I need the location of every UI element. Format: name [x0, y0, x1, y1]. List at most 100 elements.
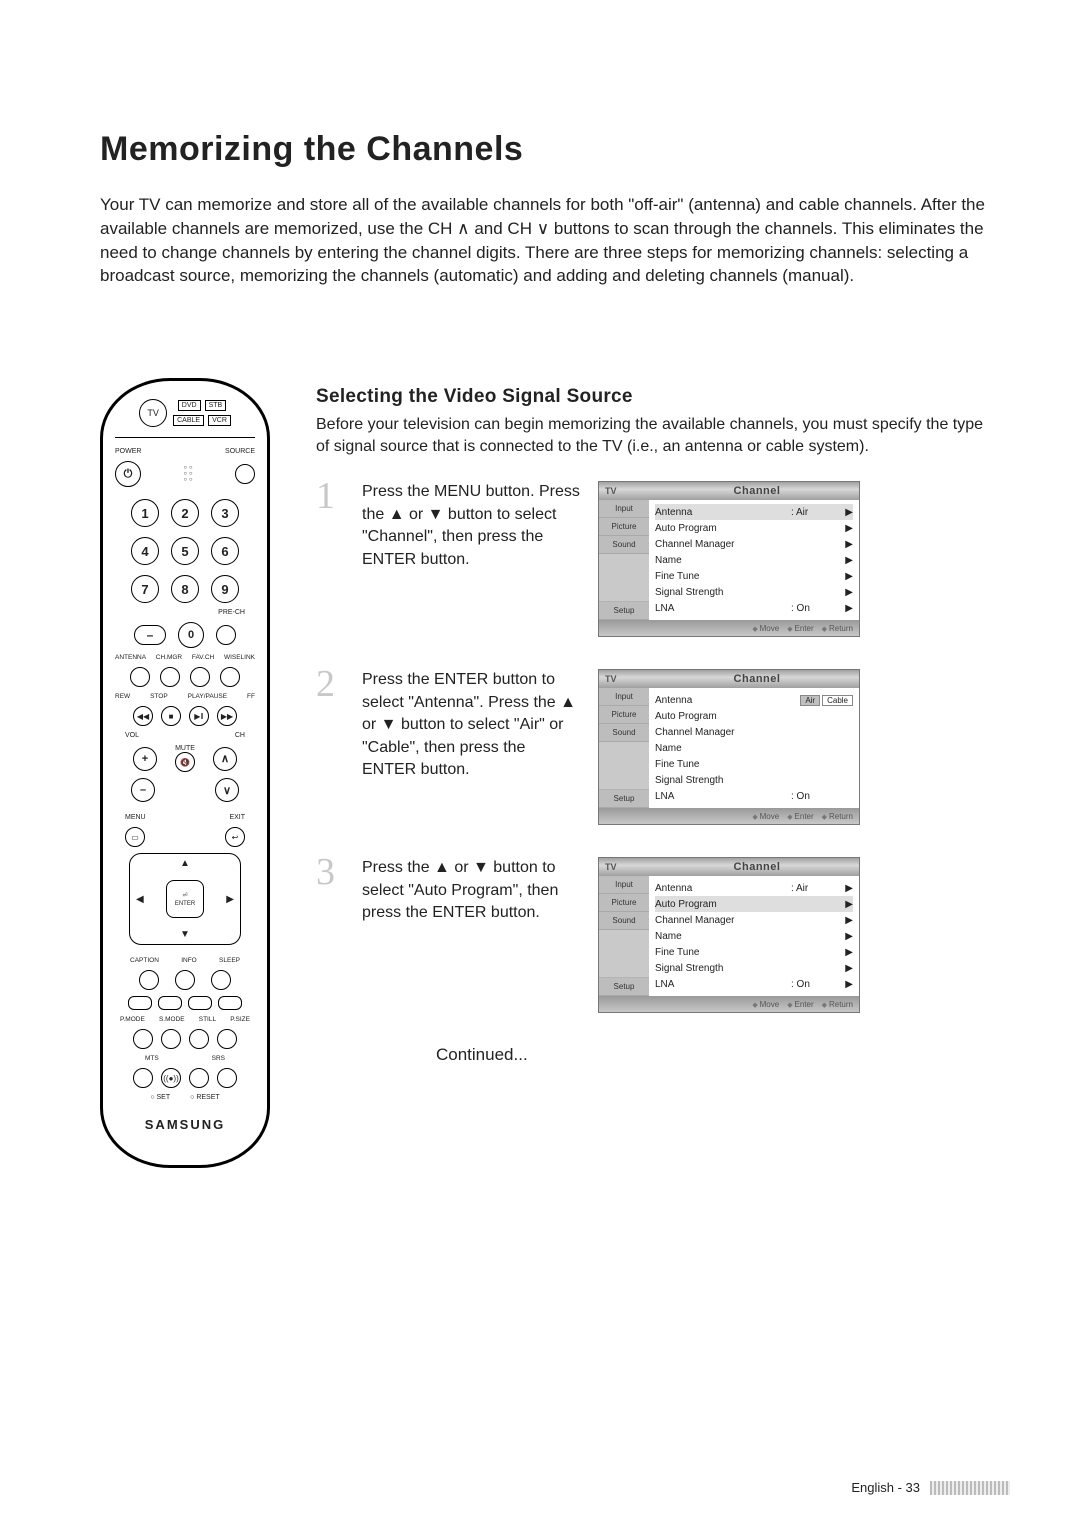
osd-tab: Sound	[599, 912, 649, 930]
osd-tabs: InputPictureSoundSetup	[599, 500, 649, 620]
osd-title: Channel	[655, 673, 859, 685]
color-buttons	[128, 996, 242, 1010]
osd-option: Cable	[822, 695, 853, 706]
osd-row-name: Fine Tune	[655, 759, 791, 770]
stop-icon: ■	[161, 706, 181, 726]
mode-stb: STB	[205, 400, 227, 411]
srs-label: SRS	[212, 1055, 225, 1062]
exit-button: ↩	[225, 827, 245, 847]
osd-row-name: Name	[655, 743, 791, 754]
step: 1Press the MENU button. Press the ▲ or ▼…	[316, 481, 1000, 637]
osd-row: Antenna: Air▶	[655, 880, 853, 896]
power-label: POWER	[115, 448, 141, 455]
osd-row-name: Antenna	[655, 695, 798, 706]
arrow-icon: ▶	[841, 555, 853, 566]
osd-row-name: Fine Tune	[655, 947, 791, 958]
prech-button	[216, 625, 236, 645]
brand-label: SAMSUNG	[145, 1117, 225, 1132]
prech-label: PRE-CH	[218, 609, 245, 616]
stop-label: STOP	[150, 693, 168, 700]
osd-row: Fine Tune	[655, 756, 853, 772]
intro-paragraph: Your TV can memorize and store all of th…	[100, 193, 1000, 288]
osd-tv-label: TV	[599, 674, 655, 684]
rew-label: REW	[115, 693, 130, 700]
mode-vcr: VCR	[208, 415, 231, 426]
osd-row-name: Channel Manager	[655, 915, 791, 926]
step-text: Press the ENTER button to select "Antenn…	[362, 669, 582, 781]
arrow-icon: ▶	[841, 931, 853, 942]
ch-up: ∧	[213, 747, 237, 771]
vol-up: +	[133, 747, 157, 771]
osd-row: LNA: On	[655, 788, 853, 804]
page-title: Memorizing the Channels	[100, 130, 1000, 169]
osd-row-value: : On	[791, 603, 841, 614]
osd-tab: Setup	[599, 978, 649, 996]
psize-label: P.SIZE	[230, 1016, 250, 1023]
osd-row: Signal Strength ▶	[655, 584, 853, 600]
mode-cable: CABLE	[173, 415, 204, 426]
osd-row-value: : On	[791, 791, 841, 802]
power-button: ⏻	[115, 461, 141, 487]
osd-row-name: Antenna	[655, 507, 791, 518]
osd-row-value: : On	[791, 979, 841, 990]
osd-title: Channel	[655, 485, 859, 497]
osd-row-name: Auto Program	[655, 899, 791, 910]
enter-label: ENTER	[175, 901, 195, 907]
osd-row-name: LNA	[655, 791, 791, 802]
osd-tab	[599, 930, 649, 978]
osd-row-name: Antenna	[655, 883, 791, 894]
osd-row-name: Channel Manager	[655, 727, 791, 738]
arrow-icon: ▶	[841, 603, 853, 614]
osd-tab: Input	[599, 500, 649, 518]
osd-tab: Sound	[599, 724, 649, 742]
osd-row-name: Signal Strength	[655, 587, 791, 598]
osd-screenshot: TVChannelInputPictureSoundSetupAntenna: …	[598, 481, 860, 637]
arrow-icon: ▶	[841, 947, 853, 958]
antenna-label: ANTENNA	[115, 654, 146, 661]
osd-footer-item: Move	[752, 1000, 779, 1009]
osd-tv-label: TV	[599, 486, 655, 496]
step-number: 1	[316, 477, 346, 515]
osd-footer-item: Enter	[787, 624, 813, 633]
pmode-label: P.MODE	[120, 1016, 145, 1023]
osd-tab: Picture	[599, 518, 649, 536]
osd-list: Antenna: Air▶ Auto Program ▶ Channel Manage…	[649, 876, 859, 996]
arrow-icon: ▶	[841, 571, 853, 582]
step: 3Press the ▲ or ▼ button to select "Auto…	[316, 857, 1000, 1013]
osd-footer-item: Return	[822, 1000, 853, 1009]
favch-label: FAV.CH	[192, 654, 214, 661]
step-text: Press the ▲ or ▼ button to select "Auto …	[362, 857, 582, 924]
mode-dvd: DVD	[178, 400, 201, 411]
ch-down: ∨	[215, 778, 239, 802]
info-label: INFO	[181, 957, 197, 964]
osd-list: AntennaAirCable Auto Program Channel Manag…	[649, 688, 859, 808]
osd-row-name: Auto Program	[655, 711, 791, 722]
remote-diagram: TV DVD STB CABLE VCR POWER	[100, 378, 270, 1168]
section-lead: Before your television can begin memoriz…	[316, 414, 1000, 457]
osd-row: Channel Manager▶	[655, 912, 853, 928]
arrow-icon: ▶	[841, 539, 853, 550]
osd-row: AntennaAirCable	[655, 692, 853, 708]
osd-row-name: LNA	[655, 603, 791, 614]
still-label: STILL	[199, 1016, 216, 1023]
osd-row: Signal Strength▶	[655, 960, 853, 976]
osd-row: Channel Manager	[655, 724, 853, 740]
osd-row: LNA: On▶	[655, 976, 853, 992]
osd-screenshot: TVChannelInputPictureSoundSetupAntennaAi…	[598, 669, 860, 825]
rew-icon: ◀◀	[133, 706, 153, 726]
vol-down: –	[131, 778, 155, 802]
mts-label: MTS	[145, 1055, 159, 1062]
osd-tabs: InputPictureSoundSetup	[599, 876, 649, 996]
arrow-icon: ▶	[841, 587, 853, 598]
osd-title: Channel	[655, 861, 859, 873]
osd-screenshot: TVChannelInputPictureSoundSetupAntenna: …	[598, 857, 860, 1013]
osd-tabs: InputPictureSoundSetup	[599, 688, 649, 808]
osd-row: Signal Strength	[655, 772, 853, 788]
osd-footer-item: Return	[822, 812, 853, 821]
section-heading: Selecting the Video Signal Source	[316, 386, 1000, 408]
osd-row-name: Signal Strength	[655, 775, 791, 786]
osd-row: Antenna: Air▶	[655, 504, 853, 520]
osd-row: Name▶	[655, 552, 853, 568]
osd-footer-item: Enter	[787, 812, 813, 821]
osd-tab: Picture	[599, 706, 649, 724]
